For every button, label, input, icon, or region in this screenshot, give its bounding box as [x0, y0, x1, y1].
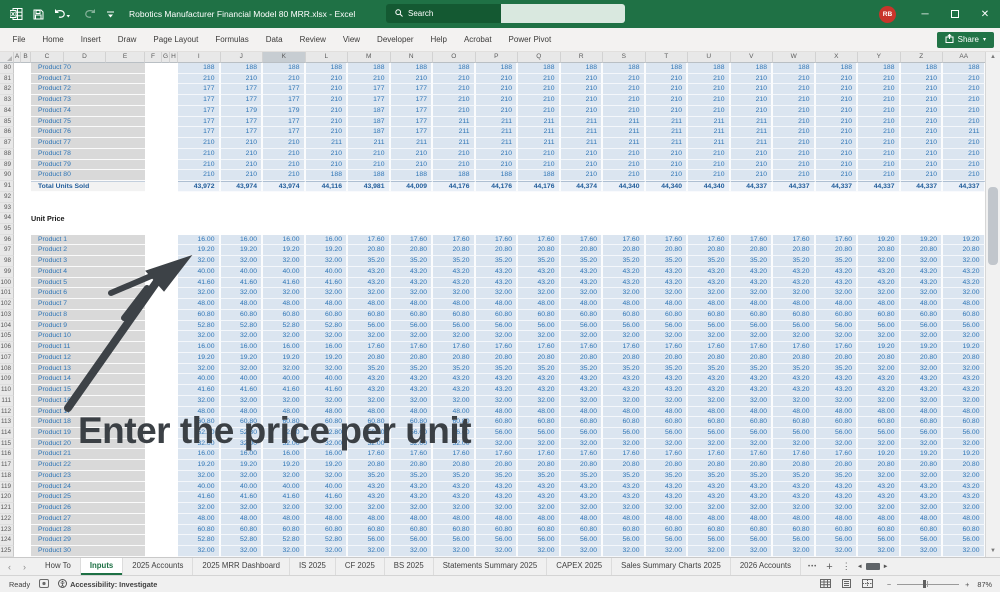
undo-icon[interactable] — [54, 9, 70, 20]
zoom-slider[interactable] — [897, 584, 959, 585]
ribbon-tab-view[interactable]: View — [334, 28, 368, 51]
share-button[interactable]: Share ▾ — [937, 32, 994, 48]
ribbon-tab-home[interactable]: Home — [34, 28, 72, 51]
sheet-tab-sales-summary-charts-2025[interactable]: Sales Summary Charts 2025 — [612, 558, 731, 575]
scroll-up-icon[interactable]: ▲ — [986, 52, 1000, 63]
share-label: Share — [958, 35, 979, 44]
excel-app-icon[interactable] — [10, 8, 23, 20]
tab-scroll-left-icon[interactable]: ‹ — [8, 562, 11, 572]
sheet-tab-bar: ‹ › How ToInputs2025 Accounts2025 MRR Da… — [0, 557, 1000, 575]
sheet-tab-capex-2025[interactable]: CAPEX 2025 — [547, 558, 612, 575]
window-title: Robotics Manufacturer Financial Model 80… — [129, 9, 355, 19]
sheet-tab-how-to[interactable]: How To — [36, 558, 81, 575]
tab-menu-icon[interactable]: ⋮ — [842, 561, 851, 572]
account-avatar[interactable]: RB — [879, 6, 896, 23]
scroll-left-icon[interactable]: ◄ — [857, 564, 863, 570]
search-input[interactable] — [501, 4, 625, 23]
ribbon-tab-draw[interactable]: Draw — [109, 28, 145, 51]
ribbon-tab-power-pivot[interactable]: Power Pivot — [500, 28, 560, 51]
zoom-out-button[interactable]: − — [887, 580, 891, 589]
title-bar: Robotics Manufacturer Financial Model 80… — [0, 0, 1000, 28]
sheet-tab-is-2025[interactable]: IS 2025 — [290, 558, 336, 575]
page-break-view-icon[interactable] — [862, 579, 873, 590]
worksheet-grid: ABCDEFGHIJKLMNOPQRSTUVWXYZAA 80Product 7… — [0, 52, 1000, 557]
sheet-tab-inputs[interactable]: Inputs — [81, 558, 123, 575]
normal-view-icon[interactable] — [820, 579, 831, 590]
minimize-icon[interactable]: ─ — [910, 0, 940, 28]
save-icon[interactable] — [33, 9, 44, 20]
sheet-tab-2025-accounts[interactable]: 2025 Accounts — [123, 558, 193, 575]
scroll-right-icon[interactable]: ► — [883, 564, 889, 570]
sheet-tab-statements-summary-2025[interactable]: Statements Summary 2025 — [434, 558, 547, 575]
sheet-tab-2026-accounts[interactable]: 2026 Accounts — [731, 558, 801, 575]
ribbon-tab-review[interactable]: Review — [291, 28, 334, 51]
vertical-scrollbar[interactable]: ▲ ▼ — [985, 52, 1000, 557]
annotation-text[interactable]: Enter the price per unit — [78, 410, 471, 452]
macro-record-icon[interactable] — [39, 579, 49, 590]
sheet-tab-2025-mrr-dashboard[interactable]: 2025 MRR Dashboard — [193, 558, 290, 575]
accessibility-status[interactable]: Accessibility: Investigate — [58, 579, 157, 590]
ribbon-tab-developer[interactable]: Developer — [369, 28, 422, 51]
ribbon-tab-bar: FileHomeInsertDrawPage LayoutFormulasDat… — [0, 28, 1000, 52]
accessibility-icon — [58, 579, 67, 590]
scroll-down-icon[interactable]: ▼ — [986, 546, 1000, 557]
quick-access-toolbar — [0, 8, 115, 20]
ribbon-tab-help[interactable]: Help — [422, 28, 455, 51]
zoom-slider-thumb[interactable] — [923, 580, 926, 588]
sheet-tab-cf-2025[interactable]: CF 2025 — [336, 558, 385, 575]
ribbon-tabs: FileHomeInsertDrawPage LayoutFormulasDat… — [0, 28, 560, 51]
close-icon[interactable]: ✕ — [970, 0, 1000, 28]
redo-icon[interactable] — [80, 9, 96, 20]
zoom-in-button[interactable]: + — [965, 580, 969, 589]
accessibility-label: Accessibility: Investigate — [70, 580, 157, 589]
share-dropdown-icon: ▾ — [983, 36, 986, 43]
annotation-arrow-shape[interactable] — [0, 52, 1000, 557]
new-sheet-button[interactable]: + — [826, 561, 832, 573]
horizontal-scrollbar[interactable]: ◄ ► — [857, 558, 889, 575]
horizontal-scrollbar-thumb[interactable] — [866, 563, 880, 570]
share-icon — [945, 34, 954, 45]
ribbon-tab-data[interactable]: Data — [257, 28, 291, 51]
status-bar: Ready Accessibility: Investigate − — [0, 575, 1000, 592]
maximize-icon[interactable] — [940, 0, 970, 28]
sheet-tab-strip: How ToInputs2025 Accounts2025 MRR Dashbo… — [36, 558, 801, 575]
search-box[interactable]: Search — [386, 4, 625, 23]
ribbon-tab-insert[interactable]: Insert — [72, 28, 109, 51]
tab-scroll-right-icon[interactable]: › — [23, 562, 26, 572]
ribbon-tab-file[interactable]: File — [4, 28, 34, 51]
zoom-level[interactable]: 87% — [977, 580, 992, 589]
ready-status: Ready — [9, 580, 30, 589]
ribbon-tab-formulas[interactable]: Formulas — [207, 28, 257, 51]
page-layout-view-icon[interactable] — [841, 579, 852, 590]
customize-qat-icon[interactable] — [106, 10, 115, 19]
vertical-scrollbar-thumb[interactable] — [988, 187, 998, 265]
ribbon-tab-acrobat[interactable]: Acrobat — [455, 28, 500, 51]
ribbon-tab-page-layout[interactable]: Page Layout — [145, 28, 207, 51]
tab-overflow-indicator[interactable]: ••• — [808, 564, 817, 570]
search-icon — [395, 9, 403, 19]
sheet-tab-bs-2025[interactable]: BS 2025 — [385, 558, 434, 575]
search-placeholder: Search — [408, 9, 433, 18]
